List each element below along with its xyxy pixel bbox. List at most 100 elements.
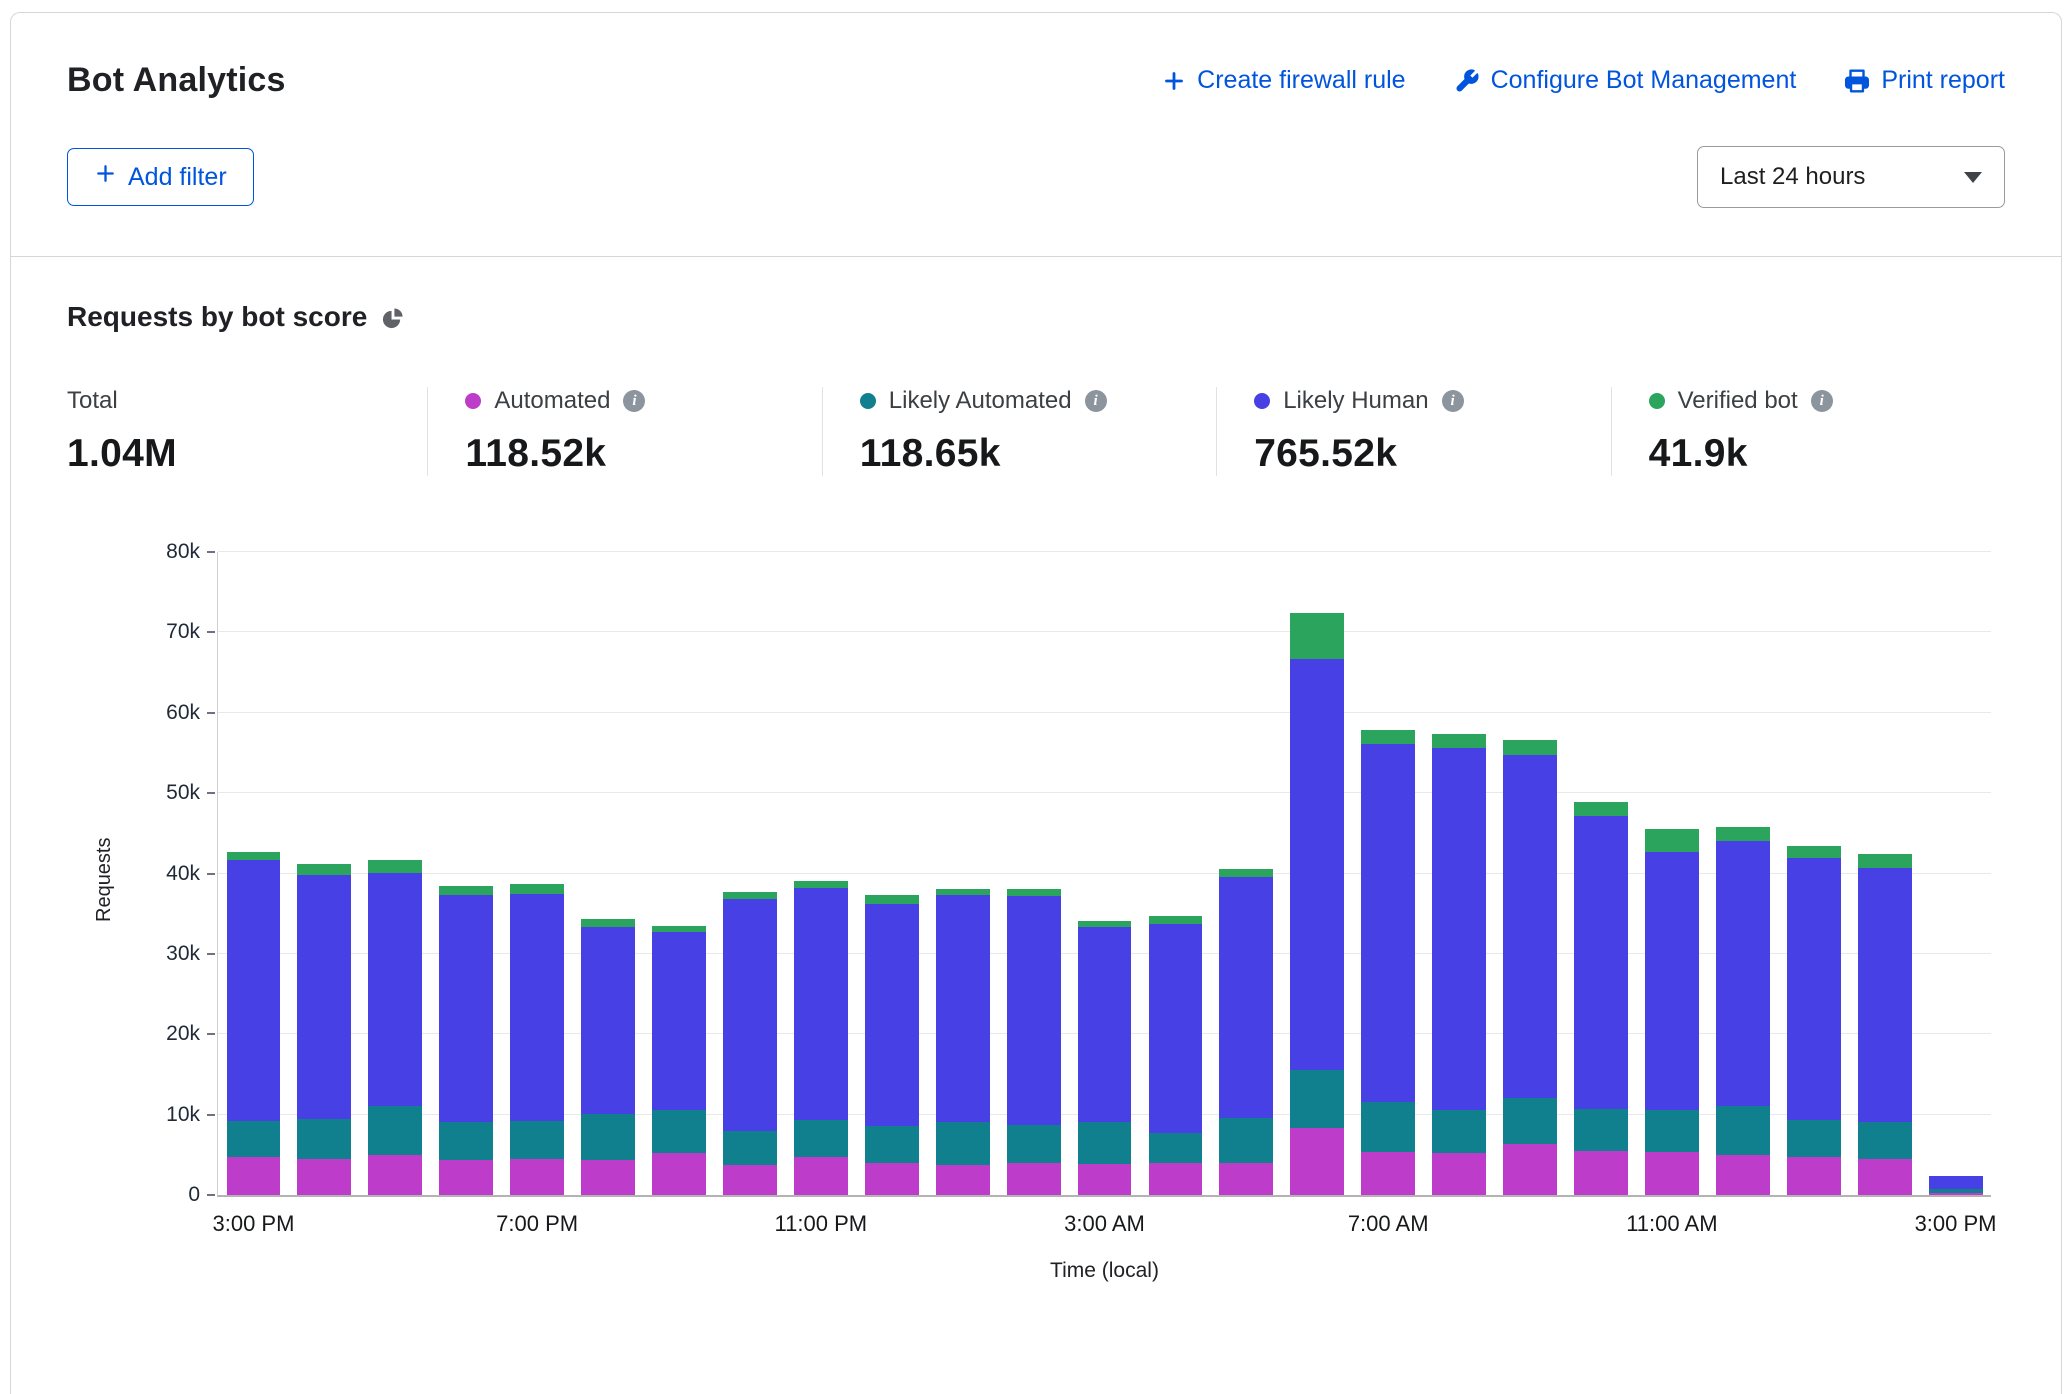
bar-segment-verified-bot	[1361, 730, 1415, 744]
bar-segment-likely-human	[1290, 659, 1344, 1070]
bar-segment-likely-automated	[1219, 1118, 1273, 1162]
info-icon[interactable]: i	[1085, 390, 1107, 412]
bar-segment-automated	[510, 1159, 564, 1195]
bar-segment-automated	[1645, 1152, 1699, 1195]
stacked-bar-8[interactable]	[794, 881, 848, 1195]
y-axis-title: Requests	[93, 838, 116, 923]
bar-slot	[502, 552, 573, 1195]
info-icon[interactable]: i	[1811, 390, 1833, 412]
bar-segment-likely-automated	[1574, 1109, 1628, 1151]
bar-segment-likely-automated	[439, 1122, 493, 1160]
stacked-bar-13[interactable]	[1149, 916, 1203, 1195]
info-icon[interactable]: i	[1442, 390, 1464, 412]
stacked-bar-15[interactable]	[1290, 613, 1344, 1195]
bar-segment-automated	[1574, 1151, 1628, 1195]
bar-segment-likely-human	[1361, 744, 1415, 1103]
bar-segment-automated	[439, 1160, 493, 1195]
chevron-down-icon	[1964, 172, 1982, 183]
bar-segment-verified-bot	[1716, 827, 1770, 841]
bar-segment-verified-bot	[227, 852, 281, 860]
x-tick-label: 7:00 AM	[1348, 1211, 1429, 1237]
y-tick-label: 10k	[166, 1103, 200, 1127]
x-tick-label: 3:00 AM	[1064, 1211, 1145, 1237]
create-firewall-rule-link[interactable]: Create firewall rule	[1162, 66, 1405, 95]
legend-dot-automated	[465, 393, 481, 409]
bar-segment-likely-automated	[1716, 1106, 1770, 1154]
stacked-bar-12[interactable]	[1078, 921, 1132, 1195]
bar-segment-automated	[1929, 1193, 1983, 1195]
bar-segment-automated	[723, 1165, 777, 1195]
stacked-bar-7[interactable]	[723, 892, 777, 1195]
time-range-select[interactable]: Last 24 hours	[1697, 146, 2005, 208]
bar-segment-verified-bot	[1432, 734, 1486, 749]
x-tick-label: 11:00 PM	[775, 1211, 868, 1237]
bar-slot	[1566, 552, 1637, 1195]
stacked-bar-22[interactable]	[1787, 846, 1841, 1195]
print-report-link[interactable]: Print report	[1844, 66, 2005, 95]
bar-segment-likely-human	[297, 875, 351, 1119]
stacked-bar-18[interactable]	[1503, 740, 1557, 1195]
panel-header: Bot Analytics Create firewall rule Confi…	[11, 13, 2061, 257]
bar-segment-likely-automated	[297, 1119, 351, 1159]
stacked-bar-1[interactable]	[297, 864, 351, 1195]
stat-value: 765.52k	[1254, 432, 1610, 476]
bar-segment-likely-human	[1007, 896, 1061, 1125]
stat-label: Likely Human	[1283, 387, 1428, 415]
stacked-bar-2[interactable]	[368, 860, 422, 1195]
y-tick-mark	[207, 1194, 215, 1196]
bar-segment-likely-human	[1149, 924, 1203, 1133]
bar-segment-likely-human	[1858, 868, 1912, 1123]
stacked-bar-14[interactable]	[1219, 869, 1273, 1195]
bar-segment-likely-automated	[794, 1120, 848, 1157]
stacked-bar-3[interactable]	[439, 886, 493, 1195]
stat-verified-bot: Verified boti41.9k	[1611, 387, 2005, 476]
stacked-bar-16[interactable]	[1361, 730, 1415, 1195]
bar-segment-automated	[1361, 1152, 1415, 1195]
bar-segment-likely-human	[510, 894, 564, 1121]
bar-segment-likely-human	[1078, 927, 1132, 1122]
bar-segment-likely-human	[1219, 877, 1273, 1118]
bar-segment-automated	[227, 1157, 281, 1195]
stacked-bar-9[interactable]	[865, 895, 919, 1195]
stacked-bar-17[interactable]	[1432, 734, 1486, 1195]
bar-segment-likely-human	[439, 895, 493, 1122]
bar-segment-verified-bot	[865, 895, 919, 904]
header-actions: Create firewall rule Configure Bot Manag…	[1162, 66, 2005, 95]
bar-segment-likely-human	[1929, 1176, 1983, 1189]
stacked-bar-21[interactable]	[1716, 827, 1770, 1195]
bar-slot	[360, 552, 431, 1195]
bars	[218, 552, 1991, 1195]
bar-segment-likely-automated	[510, 1121, 564, 1159]
bar-segment-likely-human	[1716, 841, 1770, 1106]
time-range-value: Last 24 hours	[1720, 163, 1865, 191]
stacked-bar-19[interactable]	[1574, 802, 1628, 1195]
stat-label-row: Likely Human i	[1254, 387, 1610, 415]
bar-segment-likely-human	[936, 895, 990, 1122]
stacked-bar-24[interactable]	[1929, 1176, 1983, 1195]
add-filter-button[interactable]: Add filter	[67, 148, 254, 206]
configure-bot-management-link[interactable]: Configure Bot Management	[1454, 66, 1797, 95]
bar-segment-verified-bot	[1149, 916, 1203, 924]
stacked-bar-6[interactable]	[652, 926, 706, 1195]
bar-segment-likely-automated	[1078, 1122, 1132, 1164]
chart-section: Requests by bot score Total1.04MAutomate…	[11, 257, 2061, 1330]
stacked-bar-4[interactable]	[510, 884, 564, 1195]
bot-analytics-panel: Bot Analytics Create firewall rule Confi…	[10, 12, 2062, 1394]
stat-label-row: Automatedi	[465, 387, 821, 415]
bar-segment-verified-bot	[1858, 854, 1912, 868]
bar-segment-automated	[936, 1165, 990, 1195]
bar-slot	[1920, 552, 1991, 1195]
info-icon[interactable]: i	[623, 390, 645, 412]
stacked-bar-10[interactable]	[936, 889, 990, 1195]
stat-automated: Automatedi118.52k	[427, 387, 821, 476]
bar-slot	[218, 552, 289, 1195]
stacked-bar-5[interactable]	[581, 919, 635, 1195]
bar-slot	[644, 552, 715, 1195]
stacked-bar-23[interactable]	[1858, 854, 1912, 1195]
bar-segment-verified-bot	[1219, 869, 1273, 877]
bar-segment-likely-automated	[1290, 1070, 1344, 1128]
stacked-bar-20[interactable]	[1645, 829, 1699, 1195]
stacked-bar-11[interactable]	[1007, 889, 1061, 1195]
stat-label-row: Likely Automatedi	[860, 387, 1216, 415]
stacked-bar-0[interactable]	[227, 852, 281, 1195]
